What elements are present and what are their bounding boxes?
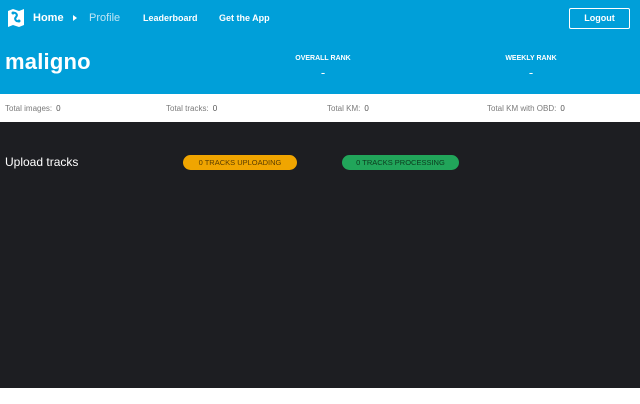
stat-total-km-obd: Total KM with OBD: 0 [487,104,565,113]
footer [0,388,640,404]
weekly-rank: WEEKLY RANK - [481,55,581,80]
stat-value: 0 [56,104,61,113]
weekly-rank-label: WEEKLY RANK [505,55,557,62]
stat-label: Total images: [5,104,53,113]
overall-rank-value: - [320,65,326,80]
nav-home-link[interactable]: Home [33,12,64,24]
profile-header: Home Profile Leaderboard Get the App Log… [0,0,640,94]
tracks-uploading-badge[interactable]: 0 TRACKS UPLOADING [183,155,297,170]
stat-total-km: Total KM: 0 [327,104,369,113]
nav-get-app-link[interactable]: Get the App [219,13,270,23]
overall-rank: OVERALL RANK - [273,55,373,80]
username: maligno [5,49,91,74]
stat-label: Total KM with OBD: [487,104,557,113]
stat-total-images: Total images: 0 [5,104,61,113]
tracks-processing-badge[interactable]: 0 TRACKS PROCESSING [342,155,459,170]
stat-label: Total tracks: [166,104,209,113]
overall-rank-label: OVERALL RANK [295,55,351,62]
stat-value: 0 [212,104,218,113]
stat-label: Total KM: [327,104,361,113]
nav-leaderboard-link[interactable]: Leaderboard [143,13,198,23]
stat-value: 0 [560,104,565,113]
stat-value: 0 [364,104,369,113]
upload-panel [0,122,640,388]
upload-tracks-title: Upload tracks [5,155,79,169]
chevron-right-icon [73,15,77,21]
stat-total-tracks: Total tracks: 0 [166,104,217,113]
weekly-rank-value: - [528,65,534,80]
nav-profile-link[interactable]: Profile [89,12,120,24]
logout-button[interactable]: Logout [569,8,630,29]
map-logo-icon[interactable] [6,8,26,28]
top-navigation: Home Profile Leaderboard Get the App Log… [0,0,640,36]
